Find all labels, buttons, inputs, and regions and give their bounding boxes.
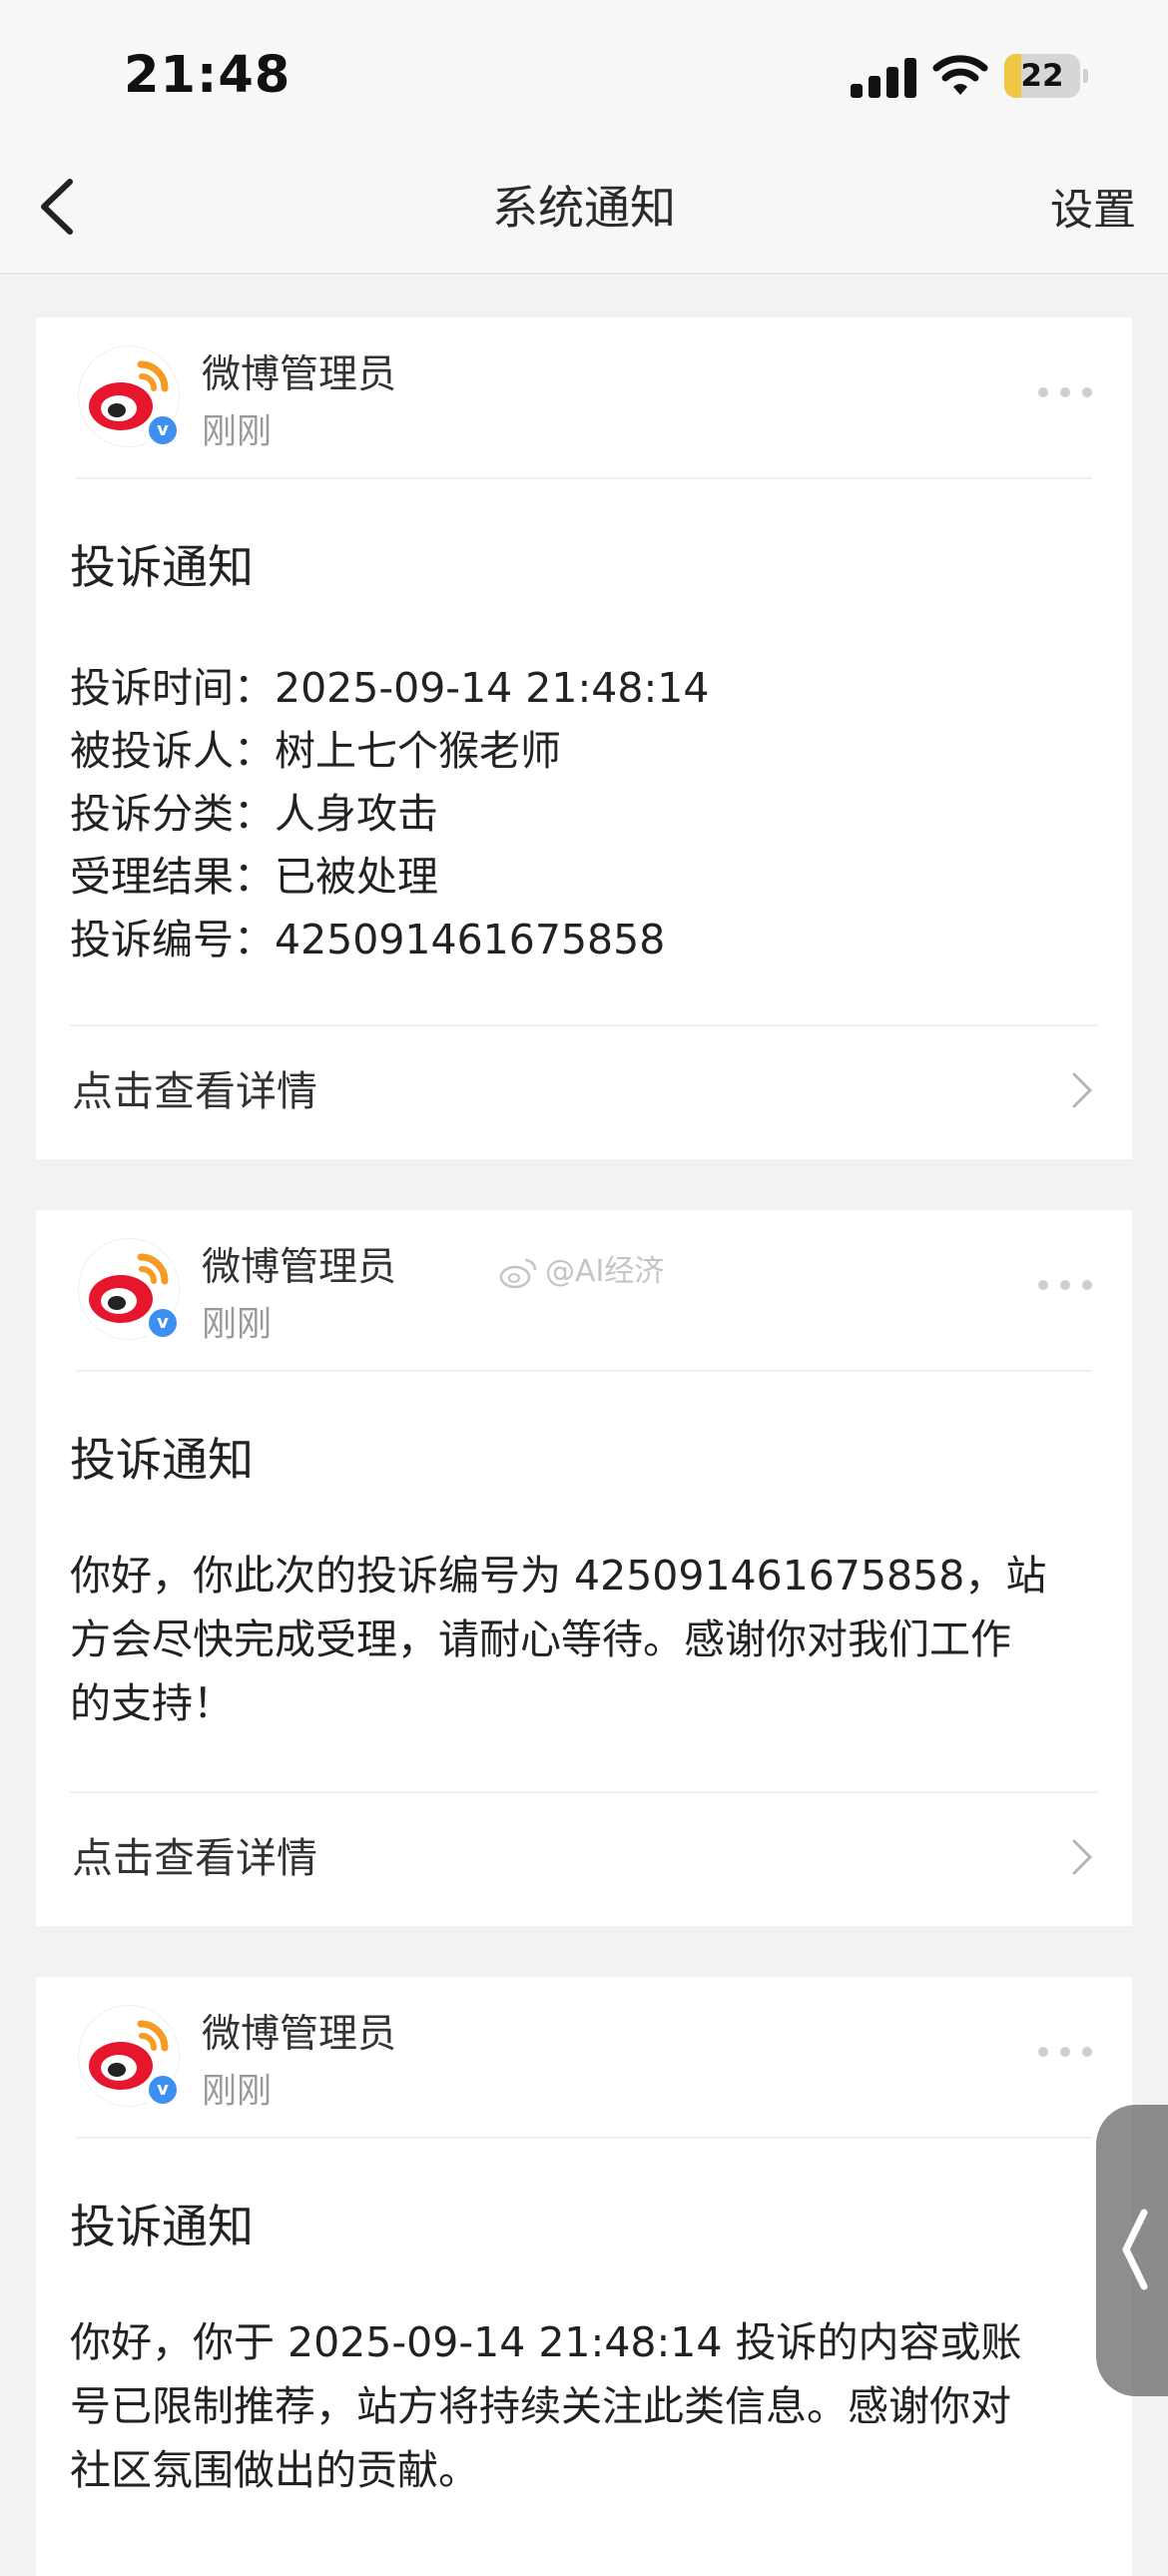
wifi-icon	[932, 55, 988, 95]
sender-time: 刚刚	[202, 412, 273, 452]
body-line: 你好，你此次的投诉编号为 425091461675858，站	[70, 1552, 1047, 1600]
divider	[76, 1370, 1092, 1372]
verified-icon: v	[145, 2072, 181, 2108]
notice-card-1: v 微博管理员 刚刚 投诉通知 投诉时间：2025-09-14 21:48:14…	[36, 318, 1132, 1159]
sender-time: 刚刚	[202, 2072, 273, 2112]
detail-value: 2025-09-14 21:48:14	[275, 664, 710, 712]
card-header: v 微博管理员 刚刚	[36, 318, 1132, 479]
view-details-link[interactable]: 点击查看详情	[36, 1026, 1132, 1156]
avatar[interactable]: v	[78, 345, 181, 448]
notice-title: 投诉通知	[70, 540, 254, 594]
sender-name: 微博管理员	[202, 352, 397, 397]
more-dots-icon[interactable]	[1038, 2045, 1092, 2059]
detail-value: 人身攻击	[275, 790, 438, 838]
status-bar: 21:48 22	[0, 0, 1168, 150]
signal-icon	[851, 56, 916, 98]
watermark: @AI经济	[497, 1246, 664, 1290]
sender-name: 微博管理员	[202, 1245, 397, 1290]
detail-row-respondent: 被投诉人：树上七个猴老师	[70, 720, 709, 783]
detail-value: 已被处理	[275, 853, 438, 901]
verified-icon: v	[145, 1305, 181, 1341]
card-header: v 微博管理员 刚刚	[36, 1210, 1132, 1372]
battery-level: 22	[1020, 58, 1064, 94]
notice-card-2: v 微博管理员 刚刚 投诉通知 你好，你此次的投诉编号为 42509146167…	[36, 1210, 1132, 1926]
detail-list: 投诉时间：2025-09-14 21:48:14 被投诉人：树上七个猴老师 投诉…	[70, 657, 709, 971]
card-header: v 微博管理员 刚刚	[36, 1977, 1132, 2139]
view-details-link[interactable]: 点击查看详情	[36, 1793, 1132, 1923]
chevron-right-icon	[1072, 1839, 1092, 1875]
body-line: 方会尽快完成受理，请耐心等待。感谢你对我们工作	[70, 1615, 1011, 1663]
detail-label: 投诉编号：	[70, 916, 275, 964]
notice-title: 投诉通知	[70, 2200, 254, 2254]
status-time: 21:48	[124, 46, 292, 105]
detail-label: 受理结果：	[70, 853, 275, 901]
notice-card-3: v 微博管理员 刚刚 投诉通知 你好，你于 2025-09-14 21:48:1…	[36, 1977, 1132, 2576]
page-title: 系统通知	[492, 181, 676, 235]
view-details-label: 点击查看详情	[72, 1067, 317, 1115]
avatar[interactable]: v	[78, 2005, 181, 2108]
avatar[interactable]: v	[78, 1238, 181, 1341]
divider	[76, 477, 1092, 479]
sender-time: 刚刚	[202, 1305, 273, 1345]
chevron-right-icon	[1072, 1072, 1092, 1108]
detail-value: 树上七个猴老师	[275, 727, 561, 775]
detail-row-category: 投诉分类：人身攻击	[70, 783, 709, 846]
nav-bar: 系统通知 设置	[0, 150, 1168, 275]
side-drawer-handle[interactable]	[1096, 2105, 1168, 2396]
verified-icon: v	[145, 412, 181, 448]
divider	[76, 2137, 1092, 2139]
watermark-text: @AI经济	[545, 1254, 665, 1289]
settings-button[interactable]: 设置	[1050, 150, 1136, 272]
weibo-watermark-icon	[499, 1258, 537, 1288]
more-dots-icon[interactable]	[1038, 385, 1092, 399]
chevron-left-icon	[1122, 2209, 1148, 2290]
more-dots-icon[interactable]	[1038, 1278, 1092, 1292]
body-line: 的支持！	[70, 1679, 234, 1727]
battery-icon: 22	[1004, 54, 1088, 98]
body-line: 号已限制推荐，站方将持续关注此类信息。感谢你对	[70, 2382, 1011, 2430]
detail-label: 被投诉人：	[70, 727, 275, 775]
notice-body: 你好，你此次的投诉编号为 425091461675858，站 方会尽快完成受理，…	[70, 1544, 1128, 1735]
detail-row-time: 投诉时间：2025-09-14 21:48:14	[70, 657, 709, 720]
body-line: 你好，你于 2025-09-14 21:48:14 投诉的内容或账	[70, 2318, 1022, 2366]
notice-title: 投诉通知	[70, 1433, 254, 1487]
body-line: 社区氛围做出的贡献。	[70, 2446, 479, 2494]
sender-name: 微博管理员	[202, 2012, 397, 2057]
detail-label: 投诉时间：	[70, 664, 275, 712]
view-details-label: 点击查看详情	[72, 1834, 317, 1882]
detail-label: 投诉分类：	[70, 790, 275, 838]
detail-value: 425091461675858	[275, 916, 666, 964]
detail-row-number: 投诉编号：425091461675858	[70, 909, 709, 971]
detail-row-result: 受理结果：已被处理	[70, 846, 709, 909]
notice-body: 你好，你于 2025-09-14 21:48:14 投诉的内容或账 号已限制推荐…	[70, 2310, 1128, 2502]
